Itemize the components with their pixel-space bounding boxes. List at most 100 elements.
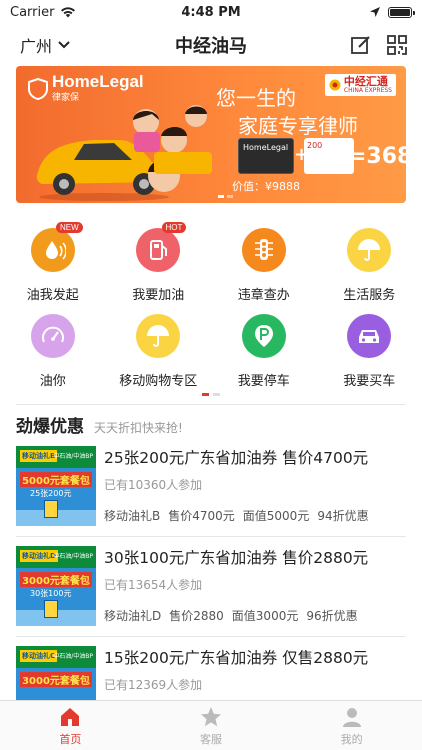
grid-page-indicator xyxy=(0,393,422,396)
grid-item-label: 违章查办 xyxy=(237,288,290,303)
deal-meta-item: 面值5000元 xyxy=(242,509,310,523)
tab-star[interactable]: 客服 xyxy=(141,701,282,750)
traffic-light-icon xyxy=(241,228,286,272)
china-express-logo: 中经汇通 CHINA EXPRESS xyxy=(324,74,396,96)
star-icon xyxy=(201,706,221,726)
parking-icon xyxy=(241,314,286,358)
banner-bundle-price: =368 xyxy=(348,144,406,169)
fuel-pump-icon xyxy=(136,228,181,272)
homelegal-card: HomeLegal xyxy=(238,138,294,174)
deal-meta: 移动油礼D 售价2880 面值3000元 96折优惠 xyxy=(104,607,406,624)
deal-thumb-tag: 移动油礼B xyxy=(20,450,58,462)
fuel-pump-icon xyxy=(44,500,58,518)
homelegal-logo: HomeLegal 律家保 xyxy=(28,72,144,103)
nav-bar: 广州 中经油马 xyxy=(0,26,422,64)
grid-item-5[interactable]: 移动购物专区 xyxy=(106,314,212,400)
banner-card2-value: 200 xyxy=(307,141,323,150)
china-express-mark-icon xyxy=(329,79,341,91)
banner-logo-text: HomeLegal xyxy=(52,72,144,91)
grid-item-7[interactable]: 我要买车 xyxy=(317,314,422,400)
tab-user[interactable]: 我的 xyxy=(281,701,422,750)
promo-banner[interactable]: HomeLegal 律家保 中经汇通 CHINA EXPRESS 您一生的 家庭… xyxy=(16,66,406,203)
badge-new: NEW xyxy=(56,222,83,233)
deal-meta-item: 面值3000元 xyxy=(231,609,299,623)
umbrella-icon xyxy=(347,228,392,272)
grid-item-2[interactable]: 违章查办 xyxy=(211,228,317,314)
deal-meta-item: 移动油礼B xyxy=(104,509,161,523)
partner-logo-sub: CHINA EXPRESS xyxy=(343,87,392,94)
grid-item-label: 我要停车 xyxy=(237,374,290,389)
deal-title: 30张100元广东省加油券 售价2880元 xyxy=(104,549,369,567)
grid-item-1[interactable]: HOT 我要加油 xyxy=(106,222,212,314)
deal-thumb-brand: 中石油/中油BP xyxy=(53,653,93,660)
deal-thumb-tag: 移动油礼D xyxy=(20,550,58,562)
banner-slogan-line2: 家庭专享律师 xyxy=(238,114,358,138)
umbrella-icon xyxy=(136,314,181,358)
qrcode-icon[interactable] xyxy=(386,34,408,56)
deal-thumbnail: 移动油礼B 中石油/中油BP 5000元套餐包 25张200元 xyxy=(16,446,96,526)
edit-icon[interactable] xyxy=(350,34,372,56)
page-dot-active xyxy=(202,393,209,396)
tab-home[interactable]: 首页 xyxy=(0,701,141,750)
banner-slogan-line1: 您一生的 xyxy=(216,86,296,110)
section-header: 劲爆优惠 天天折扣快来抢! xyxy=(16,412,183,437)
wifi-icon xyxy=(61,7,76,18)
deal-meta-item: 96折优惠 xyxy=(306,609,358,623)
deal-thumb-package: 5000元套餐包 xyxy=(20,472,92,487)
city-label: 广州 xyxy=(20,37,53,56)
tab-label: 我的 xyxy=(340,732,363,746)
deal-thumb-count: 30张100元 xyxy=(30,589,72,598)
banner-page-indicator xyxy=(218,195,233,198)
deal-divider xyxy=(16,636,406,637)
battery-icon xyxy=(388,6,415,18)
location-arrow-icon xyxy=(370,7,380,17)
shield-icon xyxy=(28,77,48,100)
deal-participants: 已有10360人参加 xyxy=(104,478,203,492)
chevron-down-icon xyxy=(58,41,70,49)
fuel-voucher-card: 200 xyxy=(304,138,354,174)
fuel-pump-icon xyxy=(44,600,58,618)
grid-item-3[interactable]: 生活服务 xyxy=(317,228,422,314)
speedometer-icon xyxy=(30,314,75,358)
grid-item-label: 移动购物专区 xyxy=(119,374,198,389)
grid-item-label: 生活服务 xyxy=(343,288,396,303)
badge-hot: HOT xyxy=(161,222,187,233)
city-selector[interactable]: 广州 xyxy=(20,33,70,57)
section-subtitle: 天天折扣快来抢! xyxy=(94,421,183,435)
deal-meta-item: 移动油礼D xyxy=(104,609,162,623)
deal-divider xyxy=(16,536,406,537)
grid-item-4[interactable]: 油你 xyxy=(0,314,106,400)
carrier-label: Carrier xyxy=(10,4,55,20)
grid-item-label: 我要加油 xyxy=(132,288,185,303)
deal-participants: 已有13654人参加 xyxy=(104,578,203,592)
deal-thumb-tag: 移动油礼C xyxy=(20,650,58,662)
deal-participants: 已有12369人参加 xyxy=(104,678,203,692)
status-bar: Carrier 4:48 PM xyxy=(0,0,422,24)
service-grid: NEW 油我发起 HOT 我要加油 违章查办 生活服务 油你 移动购物专区 我要停车 我要买车 xyxy=(0,222,422,400)
tab-bar: 首页 客服 我的 xyxy=(0,700,422,750)
home-icon xyxy=(61,707,80,726)
banner-card-label: HomeLegal xyxy=(243,143,289,152)
deal-meta-item: 售价4700元 xyxy=(168,509,235,523)
grid-item-label: 油你 xyxy=(39,374,66,389)
tab-label: 首页 xyxy=(59,732,82,746)
oil-drop-icon xyxy=(30,228,75,272)
tab-label: 客服 xyxy=(200,732,222,746)
deal-meta: 移动油礼B 售价4700元 面值5000元 94折优惠 xyxy=(104,507,406,524)
deal-thumb-brand: 中石油/中油BP xyxy=(53,453,93,460)
car-icon xyxy=(347,314,392,358)
deal-item[interactable]: 移动油礼D 中石油/中油BP 3000元套餐包 30张100元 30张100元广东省加油… xyxy=(16,546,406,644)
deal-item[interactable]: 移动油礼B 中石油/中油BP 5000元套餐包 25张200元 25张200元广东省加油… xyxy=(16,446,406,544)
deal-thumb-brand: 中石油/中油BP xyxy=(53,553,93,560)
banner-original-price: 价值：¥9888 xyxy=(232,180,300,193)
grid-item-0[interactable]: NEW 油我发起 xyxy=(0,222,106,314)
section-title: 劲爆优惠 xyxy=(16,417,84,437)
page-dot xyxy=(213,393,220,396)
deal-title: 25张200元广东省加油券 售价4700元 xyxy=(104,449,369,467)
grid-item-label: 我要买车 xyxy=(343,374,396,389)
grid-item-6[interactable]: 我要停车 xyxy=(211,314,317,400)
deal-title: 15张200元广东省加油券 仅售2880元 xyxy=(104,649,369,667)
deal-thumb-count: 25张200元 xyxy=(30,489,72,498)
deal-thumb-package: 3000元套餐包 xyxy=(20,572,92,587)
divider xyxy=(16,404,406,405)
